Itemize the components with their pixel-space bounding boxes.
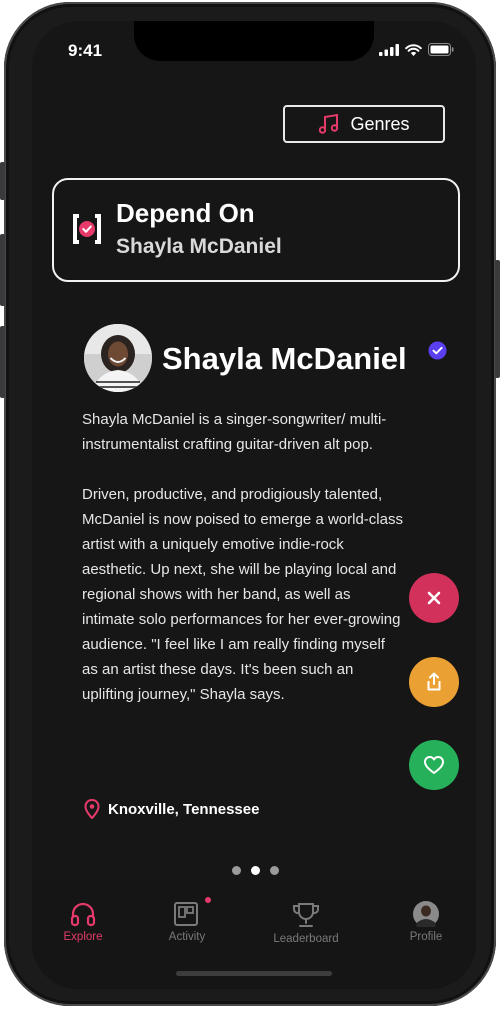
pagination-dots xyxy=(232,866,279,875)
power-button xyxy=(495,260,500,378)
tab-label: Activity xyxy=(168,931,206,943)
music-note-icon xyxy=(319,113,339,134)
bio-paragraph: Shayla McDaniel is a singer-songwriter/ … xyxy=(82,411,387,453)
track-artist: Shayla McDaniel xyxy=(116,235,282,258)
genres-button[interactable]: Genres xyxy=(283,105,445,143)
mute-switch xyxy=(0,162,5,200)
phone-frame: 9:41 Genres Depend On Shayla McDaniel Sh… xyxy=(0,2,500,1006)
status-icons xyxy=(379,43,454,56)
cellular-signal-icon xyxy=(379,43,399,56)
tab-label: Profile xyxy=(409,931,443,943)
battery-icon xyxy=(428,43,454,56)
app-logo-icon xyxy=(73,214,101,244)
share-button[interactable] xyxy=(409,657,459,707)
verified-badge-icon xyxy=(428,341,447,360)
genres-label: Genres xyxy=(350,113,410,134)
home-indicator xyxy=(176,971,332,976)
volume-up-button xyxy=(0,234,5,306)
tab-leaderboard[interactable]: Leaderboard xyxy=(261,901,351,945)
artist-avatar xyxy=(84,324,152,392)
wifi-icon xyxy=(405,43,422,56)
bio-paragraph: Driven, productive, and prodigiously tal… xyxy=(82,486,403,703)
dismiss-button[interactable] xyxy=(409,573,459,623)
share-icon xyxy=(427,672,441,691)
tab-activity[interactable]: Activity xyxy=(142,897,232,943)
headphones-icon xyxy=(70,902,96,927)
heart-icon xyxy=(424,756,444,774)
track-title: Depend On xyxy=(116,198,255,228)
tab-label: Explore xyxy=(63,931,103,943)
status-time: 9:41 xyxy=(68,41,103,60)
trophy-icon xyxy=(293,903,319,927)
notch xyxy=(134,21,374,61)
tab-explore[interactable]: Explore xyxy=(38,901,128,943)
like-button[interactable] xyxy=(409,740,459,790)
volume-down-button xyxy=(0,326,5,398)
page-dot[interactable] xyxy=(270,866,279,875)
activity-icon-wrap xyxy=(173,897,211,927)
artist-name: Shayla McDaniel xyxy=(162,341,407,376)
page-dot-active[interactable] xyxy=(251,866,260,875)
now-playing-card[interactable]: Depend On Shayla McDaniel xyxy=(52,178,460,282)
location-pin-icon xyxy=(84,799,100,819)
artist-bio: Shayla McDaniel is a singer-songwriter/ … xyxy=(82,407,404,732)
location-label: Knoxville, Tennessee xyxy=(108,800,260,818)
avatar-icon xyxy=(413,901,439,927)
activity-icon xyxy=(174,902,198,926)
close-icon xyxy=(427,591,441,605)
tab-profile[interactable]: Profile xyxy=(381,901,471,943)
page-dot[interactable] xyxy=(232,866,241,875)
app-screen: 9:41 Genres Depend On Shayla McDaniel Sh… xyxy=(32,21,476,989)
tab-label: Leaderboard xyxy=(273,933,339,945)
notification-badge xyxy=(205,897,211,903)
artist-location: Knoxville, Tennessee xyxy=(84,799,259,819)
